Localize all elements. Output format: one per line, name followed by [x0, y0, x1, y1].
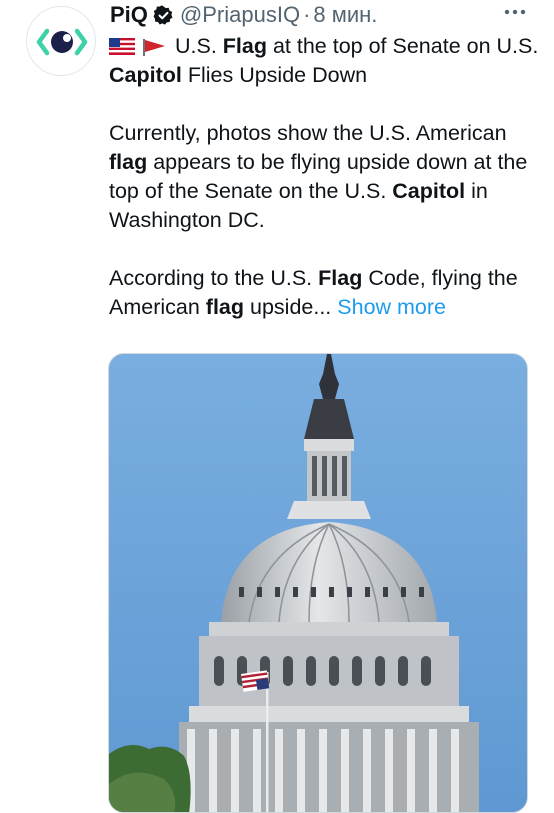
headline: U.S. Flag at the top of Senate on U.S. C…	[109, 32, 539, 90]
headline-bold-capitol[interactable]: Capitol	[109, 63, 182, 87]
avatar[interactable]	[26, 6, 96, 76]
flag-emojis	[109, 37, 167, 57]
author-handle[interactable]: @PriapusIQ	[180, 2, 300, 28]
more-options-icon[interactable]	[502, 2, 528, 22]
paragraph-3: According to the U.S. Flag Code, flying …	[109, 264, 539, 322]
para3-text-1: According to the U.S.	[109, 266, 319, 290]
tweet-media-photo[interactable]	[108, 353, 528, 813]
para2-bold-flag[interactable]: flag	[109, 150, 147, 174]
headline-text-2: at the top of Senate on U.S.	[267, 34, 539, 58]
paragraph-2: Currently, photos show the U.S. American…	[109, 119, 539, 235]
para2-bold-capitol[interactable]: Capitol	[392, 179, 465, 203]
headline-text-3: Flies Upside Down	[181, 63, 368, 87]
tweet-header: PiQ @PriapusIQ · 8 мин.	[110, 0, 377, 32]
para3-bold-flag-2[interactable]: flag	[206, 295, 244, 319]
headline-bold-flag[interactable]: Flag	[223, 34, 267, 58]
para3-text-3: upside...	[244, 295, 332, 319]
tweet-text: U.S. Flag at the top of Senate on U.S. C…	[109, 32, 539, 322]
timestamp[interactable]: 8 мин.	[313, 2, 377, 28]
para2-text-1: Currently, photos show the U.S. American	[109, 121, 507, 145]
capitol-dome-image	[109, 354, 527, 812]
para3-bold-flag[interactable]: Flag	[318, 266, 362, 290]
verified-badge-icon	[153, 4, 174, 26]
triangular-flag-emoji-icon	[143, 38, 165, 56]
separator: ·	[303, 2, 311, 27]
piq-logo-icon	[36, 28, 88, 56]
show-more-link[interactable]: Show more	[337, 295, 446, 319]
headline-text-1: U.S.	[175, 34, 223, 58]
author-name[interactable]: PiQ	[110, 2, 148, 28]
us-flag-emoji-icon	[109, 38, 135, 55]
